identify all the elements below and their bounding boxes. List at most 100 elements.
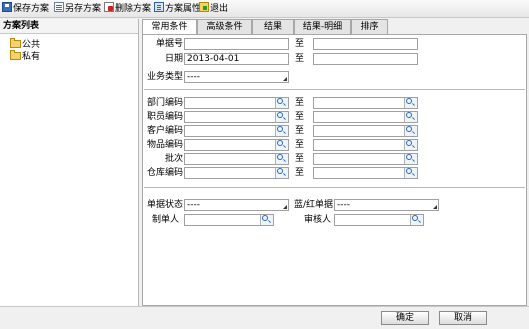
bill-no-to-input[interactable] xyxy=(313,38,418,50)
item-code-to-input[interactable] xyxy=(313,139,418,151)
date-label: 日期 xyxy=(164,54,183,64)
magnifier-icon xyxy=(406,112,412,118)
business-type-select[interactable]: ---- xyxy=(184,71,289,83)
bill-status-label: 单据状态 xyxy=(146,200,183,210)
properties-icon xyxy=(154,2,164,12)
lookup-button[interactable] xyxy=(404,140,417,150)
warehouse-code-label: 仓库编码 xyxy=(146,168,183,178)
creator-label: 制单人 xyxy=(151,215,179,225)
common-conditions-form: 单据号 至 日期 2013-04-01 至 业务类型 ---- 部门编码 至 职… xyxy=(142,34,527,306)
business-type-label: 业务类型 xyxy=(146,72,183,82)
warehouse-code-from-input[interactable] xyxy=(184,167,289,179)
lookup-button[interactable] xyxy=(404,154,417,164)
batch-from-input[interactable] xyxy=(184,153,289,165)
staff-code-to-label: 至 xyxy=(295,112,305,122)
warehouse-code-to-label: 至 xyxy=(295,168,305,178)
bill-no-to-label: 至 xyxy=(295,39,305,49)
tree-item-label: 私有 xyxy=(22,52,41,62)
dialog-button-bar: 确定 取消 xyxy=(0,306,529,329)
folder-icon xyxy=(10,38,21,48)
tree-item-private[interactable]: 私有 xyxy=(10,50,41,63)
date-to-input[interactable] xyxy=(313,53,418,65)
exit-label: 退出 xyxy=(210,4,229,14)
bill-status-select[interactable]: ---- xyxy=(184,199,289,211)
divider xyxy=(144,187,525,189)
save-icon xyxy=(2,2,12,12)
magnifier-icon xyxy=(406,126,412,132)
tree-item-label: 公共 xyxy=(22,40,41,50)
cancel-button[interactable]: 取消 xyxy=(439,311,487,325)
lookup-button[interactable] xyxy=(275,112,288,122)
customer-code-to-input[interactable] xyxy=(313,125,418,137)
tab-common-conditions[interactable]: 常用条件 xyxy=(142,19,197,35)
department-code-to-input[interactable] xyxy=(313,97,418,109)
divider xyxy=(144,89,525,91)
item-code-label: 物品编码 xyxy=(146,140,183,150)
folder-icon xyxy=(10,50,21,60)
scheme-list-title: 方案列表 xyxy=(0,19,138,34)
lookup-button[interactable] xyxy=(275,98,288,108)
exit-button[interactable]: 退出 xyxy=(199,2,228,15)
tab-advanced-conditions[interactable]: 高级条件 xyxy=(197,19,252,34)
item-code-from-input[interactable] xyxy=(184,139,289,151)
tab-results[interactable]: 结果 xyxy=(252,19,294,34)
department-code-to-label: 至 xyxy=(295,98,305,108)
staff-code-from-input[interactable] xyxy=(184,111,289,123)
scheme-properties-button[interactable]: 方案属性 xyxy=(154,2,201,15)
magnifier-icon xyxy=(277,126,283,132)
reviewer-input[interactable] xyxy=(334,214,424,226)
delete-scheme-button[interactable]: 删除方案 xyxy=(104,2,151,15)
save-scheme-button[interactable]: 保存方案 xyxy=(2,2,49,15)
lookup-button[interactable] xyxy=(410,215,423,225)
bill-no-label: 单据号 xyxy=(155,39,183,49)
lookup-button[interactable] xyxy=(275,168,288,178)
magnifier-icon xyxy=(277,154,283,160)
red-blue-bill-select[interactable]: ---- xyxy=(334,199,439,211)
warehouse-code-to-input[interactable] xyxy=(313,167,418,179)
lookup-button[interactable] xyxy=(404,126,417,136)
date-to-label: 至 xyxy=(295,54,305,64)
magnifier-icon xyxy=(406,154,412,160)
batch-to-input[interactable] xyxy=(313,153,418,165)
lookup-button[interactable] xyxy=(404,98,417,108)
ok-button[interactable]: 确定 xyxy=(381,311,429,325)
staff-code-to-input[interactable] xyxy=(313,111,418,123)
tab-sort[interactable]: 排序 xyxy=(351,19,388,34)
save-scheme-label: 保存方案 xyxy=(13,4,50,14)
customer-code-to-label: 至 xyxy=(295,126,305,136)
toolbar: 保存方案 另存方案 删除方案 方案属性 退出 xyxy=(0,0,529,18)
magnifier-icon xyxy=(277,140,283,146)
red-blue-bill-label: 蓝/红单据 xyxy=(293,200,333,210)
save-as-scheme-label: 另存方案 xyxy=(65,4,102,14)
magnifier-icon xyxy=(262,215,268,221)
magnifier-icon xyxy=(412,215,418,221)
department-code-from-input[interactable] xyxy=(184,97,289,109)
customer-code-label: 客户编码 xyxy=(146,126,183,136)
save-as-scheme-button[interactable]: 另存方案 xyxy=(54,2,101,15)
delete-scheme-label: 删除方案 xyxy=(115,4,152,14)
lookup-button[interactable] xyxy=(260,215,273,225)
staff-code-label: 职员编码 xyxy=(146,112,183,122)
batch-to-label: 至 xyxy=(295,154,305,164)
item-code-to-label: 至 xyxy=(295,140,305,150)
reviewer-label: 审核人 xyxy=(303,215,331,225)
creator-input[interactable] xyxy=(184,214,274,226)
date-from-input[interactable]: 2013-04-01 xyxy=(184,53,289,65)
batch-label: 批次 xyxy=(164,154,183,164)
scheme-properties-label: 方案属性 xyxy=(165,4,202,14)
tab-results-detail[interactable]: 结果-明细 xyxy=(294,19,351,34)
lookup-button[interactable] xyxy=(404,112,417,122)
lookup-button[interactable] xyxy=(275,140,288,150)
magnifier-icon xyxy=(277,98,283,104)
lookup-button[interactable] xyxy=(404,168,417,178)
lookup-button[interactable] xyxy=(275,154,288,164)
customer-code-from-input[interactable] xyxy=(184,125,289,137)
magnifier-icon xyxy=(277,168,283,174)
magnifier-icon xyxy=(406,98,412,104)
scheme-list-panel: 方案列表 公共 私有 xyxy=(0,19,139,306)
magnifier-icon xyxy=(406,140,412,146)
bill-no-from-input[interactable] xyxy=(184,38,289,50)
exit-icon xyxy=(199,2,209,12)
department-code-label: 部门编码 xyxy=(146,98,183,108)
lookup-button[interactable] xyxy=(275,126,288,136)
